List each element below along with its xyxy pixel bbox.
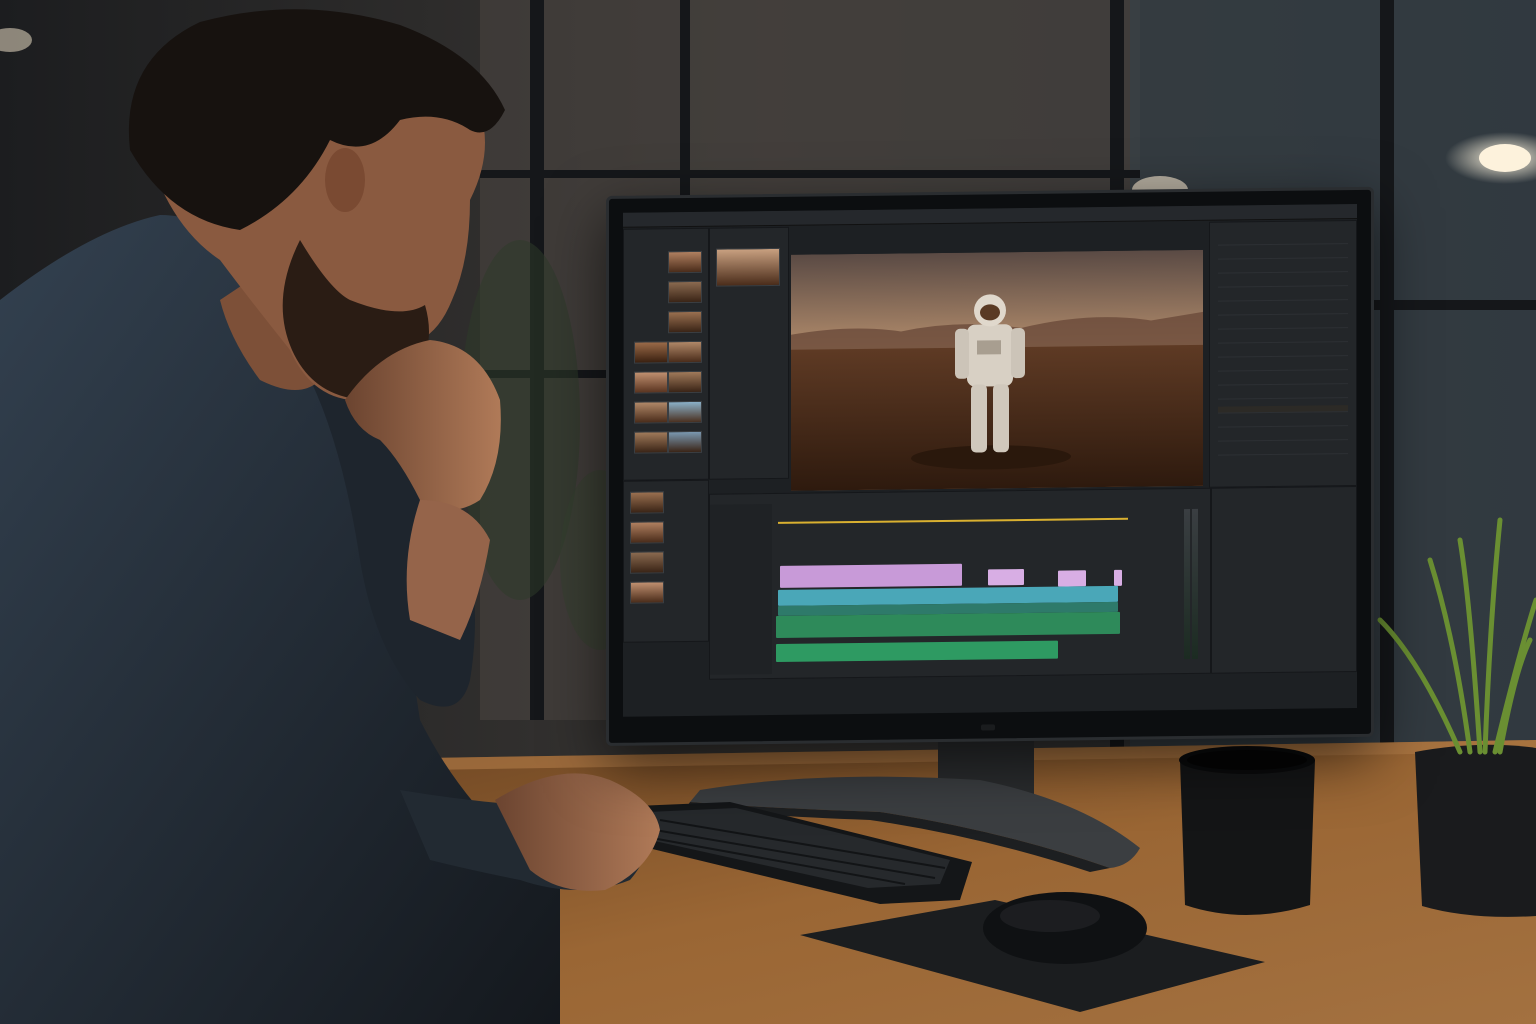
timeline-panel: [709, 487, 1211, 680]
audio-meter: [1184, 508, 1190, 660]
project-panel: [623, 479, 709, 643]
property-row[interactable]: [1218, 363, 1348, 372]
monitor-logo: [981, 724, 995, 731]
media-thumbnail[interactable]: [668, 370, 702, 394]
playhead-line[interactable]: [778, 517, 1128, 524]
media-thumbnail[interactable]: [668, 400, 702, 424]
coffee-mug: [1180, 754, 1315, 915]
audio-meter: [1192, 508, 1198, 659]
project-thumbnail[interactable]: [630, 521, 664, 544]
media-bin-panel: [623, 227, 709, 481]
property-row[interactable]: [1218, 377, 1348, 386]
project-thumbnail[interactable]: [630, 491, 664, 514]
property-row[interactable]: [1218, 237, 1348, 246]
property-row[interactable]: [1218, 433, 1348, 442]
plant-pot: [1415, 744, 1536, 917]
property-row[interactable]: [1218, 279, 1348, 288]
media-thumbnail[interactable]: [634, 341, 668, 364]
effects-panel: [1211, 485, 1357, 674]
property-row[interactable]: [1218, 265, 1348, 274]
media-thumbnail[interactable]: [668, 280, 702, 304]
video-clip[interactable]: [780, 563, 962, 588]
video-editor-window: ⏮ ▶ ⏭ ⟲ ◆ ✱: [623, 203, 1357, 717]
program-monitor-video[interactable]: [791, 249, 1203, 491]
project-thumbnail[interactable]: [630, 581, 664, 604]
property-row[interactable]: [1218, 391, 1348, 400]
property-row[interactable]: [1218, 251, 1348, 260]
video-clip[interactable]: [1114, 569, 1122, 586]
source-monitor-panel: [709, 226, 789, 480]
property-row[interactable]: [1218, 293, 1348, 302]
video-clip[interactable]: [988, 568, 1024, 586]
properties-panel: [1209, 219, 1357, 488]
property-row[interactable]: [1218, 447, 1348, 456]
video-clip[interactable]: [1058, 570, 1086, 587]
media-thumbnail[interactable]: [668, 430, 702, 454]
property-row[interactable]: [1218, 349, 1348, 358]
media-thumbnail[interactable]: [668, 250, 702, 274]
property-row-selected[interactable]: [1218, 405, 1348, 414]
media-thumbnail[interactable]: [668, 340, 702, 364]
property-row[interactable]: [1218, 335, 1348, 344]
property-row[interactable]: [1218, 419, 1348, 428]
media-thumbnail[interactable]: [668, 310, 702, 334]
audio-clip[interactable]: [776, 640, 1058, 662]
computer-monitor: ⏮ ▶ ⏭ ⟲ ◆ ✱: [606, 186, 1374, 746]
audio-clip[interactable]: [776, 611, 1120, 638]
property-row[interactable]: [1218, 307, 1348, 316]
project-thumbnail[interactable]: [630, 551, 664, 574]
media-thumbnail[interactable]: [634, 401, 668, 424]
source-clip-thumbnail[interactable]: [716, 247, 780, 287]
track-headers: [710, 504, 772, 675]
media-thumbnail[interactable]: [634, 431, 668, 454]
property-row[interactable]: [1218, 321, 1348, 330]
media-thumbnail[interactable]: [634, 371, 668, 394]
